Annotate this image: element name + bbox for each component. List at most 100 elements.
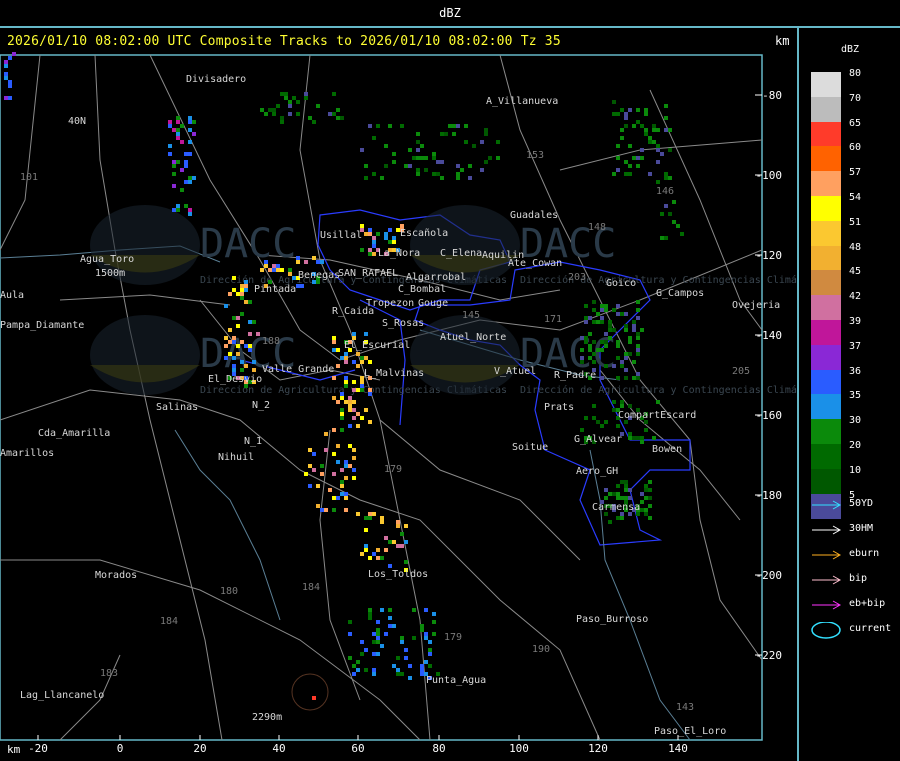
legend-value: 20	[849, 440, 862, 451]
legend-value: 10	[849, 464, 862, 476]
x-tick-label: 40	[272, 742, 285, 755]
echo-cell	[244, 284, 248, 288]
echo-cell	[404, 648, 408, 652]
echo-cell	[580, 360, 584, 364]
echo-cell	[364, 548, 368, 552]
echo-cell	[588, 348, 592, 352]
echo-cell	[232, 276, 236, 280]
echo-cell	[372, 512, 376, 516]
echo-cell	[296, 112, 300, 116]
legend-value: 48	[849, 241, 862, 253]
echo-cell	[332, 92, 336, 96]
place-label: Nihuil	[218, 452, 254, 463]
place-label: Atuel_Norte	[440, 332, 506, 343]
echo-cell	[664, 204, 668, 208]
echo-cell	[180, 168, 184, 172]
echo-cell	[624, 352, 628, 356]
echo-cell	[612, 112, 616, 116]
echo-cell	[240, 368, 244, 372]
echo-cell	[416, 172, 420, 176]
echo-cell	[332, 396, 336, 400]
echo-cell	[360, 224, 364, 228]
echo-cell	[392, 160, 396, 164]
echo-cell	[232, 288, 236, 292]
place-label: L_Malvinas	[364, 368, 424, 379]
echo-cell	[228, 340, 232, 344]
echo-cell	[428, 664, 432, 668]
echo-cell	[428, 648, 432, 652]
echo-cell	[628, 352, 632, 356]
echo-cell	[644, 508, 648, 512]
echo-cell	[604, 304, 608, 308]
echo-cell	[364, 164, 368, 168]
echo-cell	[644, 128, 648, 132]
echo-cell	[636, 348, 640, 352]
echo-cell	[364, 516, 368, 520]
echo-cell	[636, 308, 640, 312]
echo-cell	[360, 148, 364, 152]
echo-cell	[236, 292, 240, 296]
place-label: Carmensa	[592, 502, 640, 513]
echo-cell	[356, 512, 360, 516]
echo-cell	[464, 124, 468, 128]
route-label: 179	[444, 632, 462, 643]
echo-cell	[376, 548, 380, 552]
route-label: 101	[20, 172, 38, 183]
echo-cell	[600, 316, 604, 320]
echo-cell	[168, 124, 172, 128]
echo-cell	[348, 444, 352, 448]
place-label: Morados	[95, 570, 137, 581]
road	[0, 559, 421, 741]
radar-map[interactable]: DACC Dirección de Agricultura y Contingen…	[0, 0, 797, 761]
place-label: N_2	[252, 400, 270, 411]
echo-cell	[456, 124, 460, 128]
echo-cell	[4, 60, 8, 64]
echo-cell	[608, 328, 612, 332]
echo-cell	[364, 232, 368, 236]
place-label: Paso_El_Loro	[654, 726, 726, 737]
y-tick-label: -80	[762, 89, 782, 102]
echo-cell	[640, 436, 644, 440]
echo-cell	[172, 128, 176, 132]
echo-cell	[452, 124, 456, 128]
echo-cell	[332, 452, 336, 456]
legend-value: 70	[849, 92, 862, 104]
place-label: Salinas	[156, 402, 198, 413]
echo-cell	[588, 344, 592, 348]
echo-cell	[176, 132, 180, 136]
echo-cell	[348, 404, 352, 408]
echo-cell	[488, 156, 492, 160]
route-label: 184	[302, 582, 320, 593]
echo-cell	[636, 436, 640, 440]
echo-cell	[592, 340, 596, 344]
echo-cell	[192, 120, 196, 124]
echo-cell	[592, 416, 596, 420]
echo-cell	[356, 668, 360, 672]
echo-cell	[340, 356, 344, 360]
echo-cell	[232, 340, 236, 344]
echo-cell	[636, 336, 640, 340]
echo-cell	[368, 612, 372, 616]
echo-cell	[336, 400, 340, 404]
watermark-globe-icon	[410, 315, 520, 395]
place-label: Punta_Agua	[426, 675, 486, 686]
echo-cell	[624, 368, 628, 372]
track-arrow-icon	[811, 547, 842, 561]
echo-cell	[372, 252, 376, 256]
place-label: SAN_RAFAEL	[338, 268, 398, 279]
echo-cell	[304, 96, 308, 100]
echo-cell	[420, 144, 424, 148]
echo-cell	[612, 400, 616, 404]
echo-cell	[420, 664, 424, 668]
echo-cell	[184, 204, 188, 208]
echo-cell	[332, 472, 336, 476]
echo-cell	[332, 496, 336, 500]
echo-cell	[624, 116, 628, 120]
echo-cell	[388, 564, 392, 568]
echo-cell	[380, 520, 384, 524]
echo-cell	[388, 616, 392, 620]
echo-cell	[352, 416, 356, 420]
echo-cell	[368, 124, 372, 128]
legend-value: 57	[849, 167, 862, 179]
echo-cell	[372, 640, 376, 644]
